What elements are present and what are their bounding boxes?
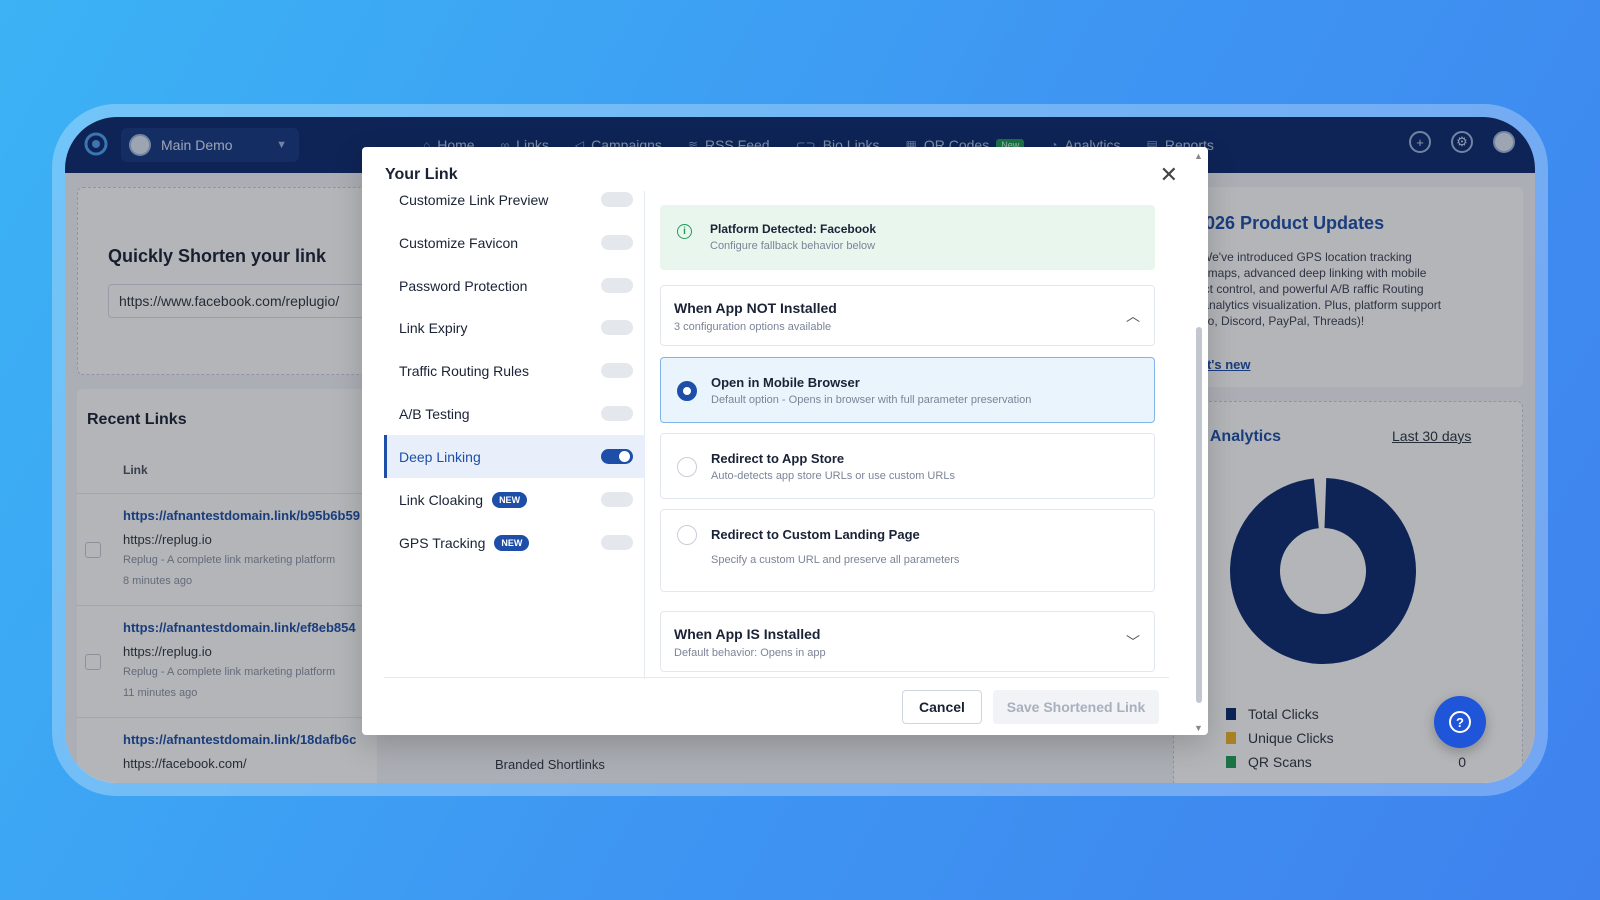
scroll-thumb[interactable] [1196, 327, 1202, 703]
radio-title: Open in Mobile Browser [711, 375, 860, 390]
modal-scrollbar[interactable]: ▲ ▼ [1192, 151, 1206, 733]
radio-subtitle: Specify a custom URL and preserve all pa… [711, 554, 960, 566]
section-subtitle: 3 configuration options available [674, 321, 832, 333]
scroll-down-icon[interactable]: ▼ [1194, 723, 1203, 733]
toggle-switch[interactable] [601, 320, 633, 335]
section-subtitle: Default behavior: Opens in app [674, 647, 826, 659]
toggle-switch[interactable] [601, 535, 633, 550]
radio-redirect-app-store[interactable]: Redirect to App Store Auto-detects app s… [660, 433, 1155, 499]
radio-button[interactable] [677, 457, 697, 477]
option-label: GPS Tracking [399, 534, 486, 551]
platform-detected-banner: i Platform Detected: Facebook Configure … [660, 205, 1155, 270]
option-link-expiry[interactable]: Link Expiry [384, 306, 645, 349]
radio-title: Redirect to Custom Landing Page [711, 527, 920, 542]
option-label: Traffic Routing Rules [399, 362, 529, 379]
save-shortened-link-button[interactable]: Save Shortened Link [993, 690, 1159, 724]
option-ab-testing[interactable]: A/B Testing [384, 392, 645, 435]
detected-title: Platform Detected: Facebook [710, 222, 877, 236]
app-installed-section[interactable]: When App IS Installed Default behavior: … [660, 611, 1155, 672]
cancel-button[interactable]: Cancel [902, 690, 982, 724]
toggle-switch[interactable] [601, 492, 633, 507]
option-label: Link Expiry [399, 319, 468, 336]
option-label: Password Protection [399, 277, 528, 294]
option-deep-linking[interactable]: Deep Linking [384, 435, 645, 478]
toggle-switch[interactable] [601, 449, 633, 464]
toggle-switch[interactable] [601, 363, 633, 378]
settings-list: Customize Link Preview Customize Favicon… [384, 191, 645, 679]
radio-button[interactable] [677, 525, 697, 545]
new-badge: NEW [494, 534, 530, 551]
modal-footer: Cancel Save Shortened Link [384, 677, 1169, 735]
toggle-switch[interactable] [601, 192, 633, 207]
chevron-up-icon[interactable]: ︿ [1126, 306, 1140, 326]
app-not-installed-section[interactable]: When App NOT Installed 3 configuration o… [660, 285, 1155, 346]
help-icon: ? [1449, 711, 1471, 733]
option-label: A/B Testing [399, 405, 470, 422]
radio-subtitle: Auto-detects app store URLs or use custo… [711, 470, 955, 482]
option-password-protection[interactable]: Password Protection [384, 264, 645, 307]
toggle-switch[interactable] [601, 235, 633, 250]
close-icon[interactable]: ✕ [1160, 164, 1178, 186]
option-label: Customize Favicon [399, 234, 519, 251]
new-badge: NEW [492, 491, 528, 508]
scroll-up-icon[interactable]: ▲ [1194, 151, 1203, 161]
toggle-switch[interactable] [601, 278, 633, 293]
radio-button[interactable] [677, 381, 697, 401]
option-label: Link Cloaking [399, 491, 484, 508]
radio-title: Redirect to App Store [711, 451, 845, 466]
detected-subtitle: Configure fallback behavior below [710, 240, 876, 252]
toggle-switch[interactable] [601, 406, 633, 421]
radio-open-mobile-browser[interactable]: Open in Mobile Browser Default option - … [660, 357, 1155, 423]
help-button[interactable]: ? [1434, 696, 1486, 748]
chevron-down-icon[interactable]: ﹀ [1126, 632, 1140, 652]
section-title: When App NOT Installed [674, 300, 837, 316]
option-customize-favicon[interactable]: Customize Favicon [384, 221, 645, 264]
option-link-cloaking[interactable]: Link Cloaking NEW [384, 478, 645, 521]
info-icon: i [677, 224, 692, 239]
option-label: Customize Link Preview [399, 191, 549, 208]
option-traffic-routing-rules[interactable]: Traffic Routing Rules [384, 349, 645, 392]
section-title: When App IS Installed [674, 626, 821, 642]
option-gps-tracking[interactable]: GPS Tracking NEW [384, 521, 645, 564]
radio-subtitle: Default option - Opens in browser with f… [711, 394, 1032, 406]
radio-redirect-landing-page[interactable]: Redirect to Custom Landing Page Specify … [660, 509, 1155, 592]
option-customize-link-preview[interactable]: Customize Link Preview [384, 178, 645, 221]
your-link-modal: Your Link ✕ ▲ ▼ Customize Link Preview C… [362, 147, 1208, 735]
option-label: Deep Linking [399, 448, 481, 465]
